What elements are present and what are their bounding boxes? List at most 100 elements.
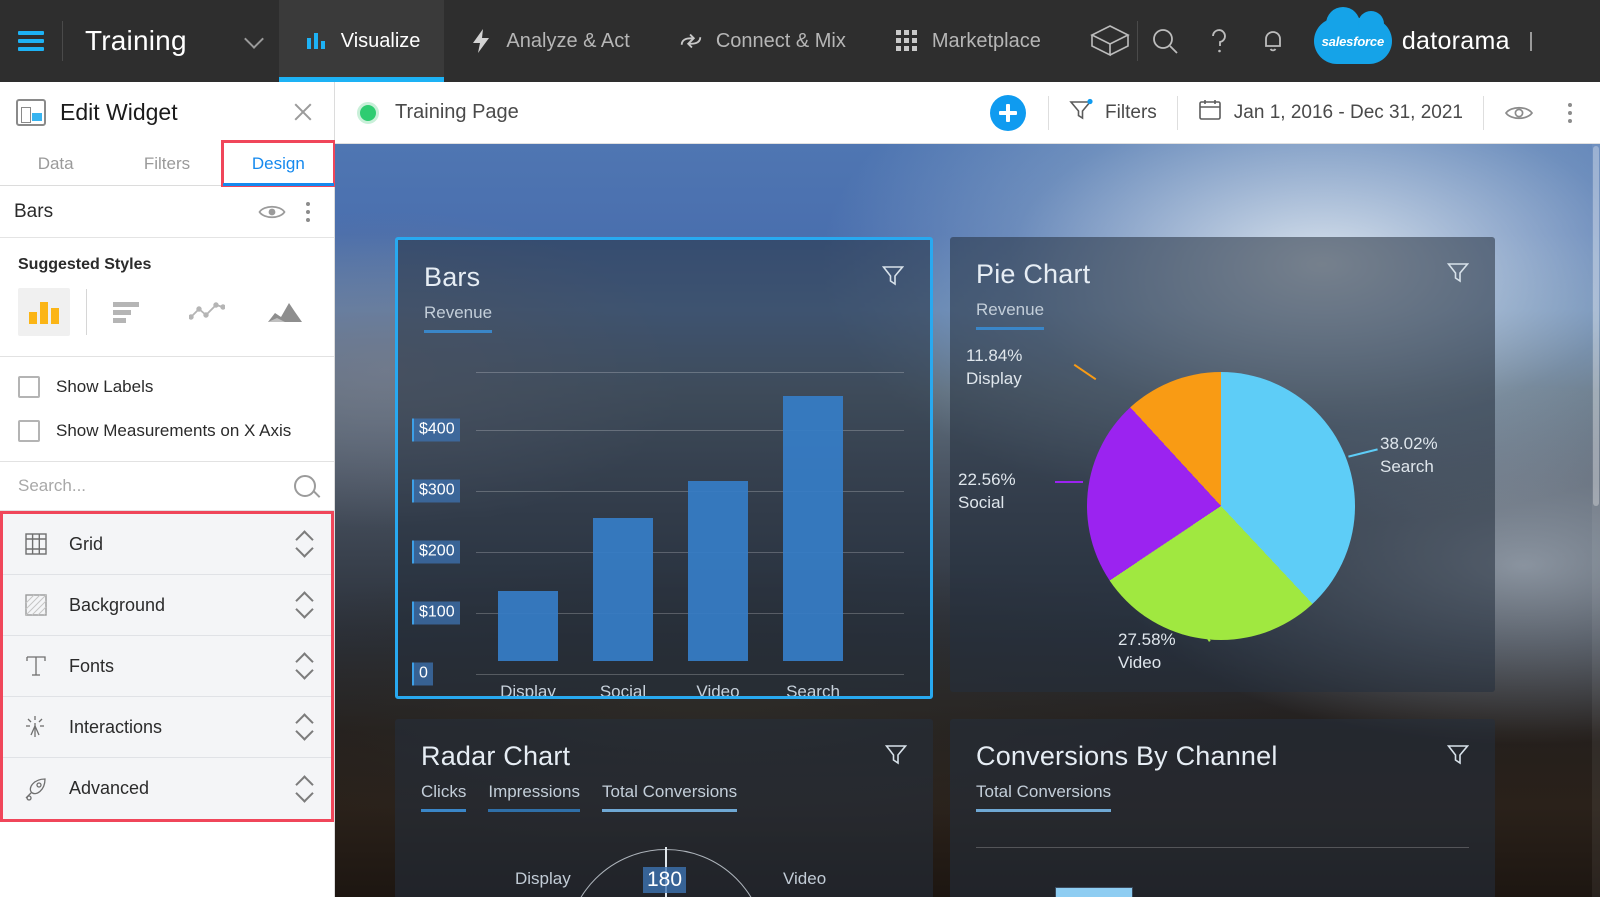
accordion-background[interactable]: Background	[3, 575, 331, 636]
chevron-expand-icon[interactable]	[295, 714, 313, 740]
accordion-fonts[interactable]: Fonts	[3, 636, 331, 697]
radar-chart-plot: 180 Display Video	[395, 847, 933, 897]
edit-widget-panel: Edit Widget Data Filters Design Bars Sug…	[0, 82, 336, 897]
nav-item-visualize[interactable]: Visualize	[278, 0, 445, 82]
workspace-title: Training	[85, 25, 187, 56]
nav-item-marketplace[interactable]: Marketplace	[870, 0, 1065, 82]
pie-leader-line	[1055, 481, 1083, 483]
widget-bars[interactable]: Bars Revenue $400 $300 $200 $100 0 Displ…	[395, 237, 933, 699]
search-icon[interactable]	[294, 475, 316, 497]
show-measurements-checkbox-row[interactable]: Show Measurements on X Axis	[0, 409, 334, 453]
chevron-down-icon[interactable]	[1529, 32, 1532, 51]
widget-metrics: Revenue	[424, 303, 904, 333]
account-area[interactable]: salesforce datorama	[1304, 0, 1550, 82]
bar-social[interactable]	[593, 518, 653, 661]
chevron-expand-icon[interactable]	[295, 531, 313, 557]
tab-filters[interactable]: Filters	[111, 142, 222, 185]
cube-icon[interactable]	[1083, 0, 1137, 82]
dashboard-scrollbar[interactable]	[1592, 144, 1600, 897]
selected-widget-name: Bars	[14, 200, 54, 222]
style-column-chart[interactable]	[18, 288, 70, 336]
bell-icon[interactable]	[1246, 0, 1300, 82]
eye-icon[interactable]	[258, 202, 286, 222]
bar-video[interactable]	[688, 481, 748, 661]
selected-widget-row[interactable]: Bars	[0, 186, 334, 238]
widget-radar-chart[interactable]: Radar Chart Clicks Impressions Total Con…	[395, 719, 933, 897]
gridline	[976, 847, 1469, 848]
pie-label-video: 27.58% Video	[1118, 629, 1176, 675]
connect-icon	[678, 28, 704, 54]
chevron-expand-icon[interactable]	[295, 776, 313, 802]
pie-label-social: 22.56% Social	[958, 469, 1016, 515]
filters-label: Filters	[1105, 101, 1157, 123]
style-horizontal-bar-chart[interactable]	[103, 288, 155, 336]
suggested-styles-section: Suggested Styles	[0, 238, 334, 356]
show-labels-checkbox[interactable]	[18, 376, 40, 398]
metric-chip-clicks[interactable]: Clicks	[421, 782, 467, 812]
dashboard-more-menu-icon[interactable]	[1558, 102, 1582, 123]
metric-chip-total-conversions[interactable]: Total Conversions	[601, 782, 738, 812]
accordion-grid[interactable]: Grid	[3, 514, 331, 575]
date-range-picker[interactable]: Jan 1, 2016 - Dec 31, 2021	[1198, 98, 1463, 128]
metric-chip-impressions[interactable]: Impressions	[488, 782, 580, 812]
pie-category: Video	[1118, 652, 1162, 672]
style-line-chart[interactable]	[181, 288, 233, 336]
nav-item-analyze-act[interactable]: Analyze & Act	[444, 0, 653, 82]
radar-axis-value[interactable]: 180	[643, 867, 687, 893]
accordion-interactions[interactable]: Interactions	[3, 697, 331, 758]
search-icon[interactable]	[1138, 0, 1192, 82]
metric-chip[interactable]: Revenue	[424, 303, 493, 333]
metric-chip[interactable]: Total Conversions	[976, 782, 1112, 812]
dashboard-toolbar: Training Page Filters Jan 1, 2016 - Dec …	[335, 82, 1600, 144]
design-search-row	[0, 461, 334, 511]
chevron-expand-icon[interactable]	[295, 653, 313, 679]
funnel-icon[interactable]	[885, 743, 907, 767]
chevron-down-icon[interactable]	[243, 28, 264, 51]
widget-metrics: Clicks Impressions Total Conversions	[421, 782, 907, 812]
filters-button[interactable]: Filters	[1069, 98, 1157, 128]
search-input[interactable]	[18, 476, 294, 496]
toolbar-divider	[1048, 95, 1050, 130]
kebab-menu-icon[interactable]	[296, 201, 320, 222]
preview-eye-icon[interactable]	[1504, 103, 1534, 123]
help-icon[interactable]	[1192, 0, 1246, 82]
chevron-expand-icon[interactable]	[295, 592, 313, 618]
rocket-icon	[21, 777, 51, 801]
widget-conversions-by-channel[interactable]: Conversions By Channel Total Conversions	[950, 719, 1495, 897]
style-options	[18, 288, 316, 356]
tab-label: Design	[251, 153, 305, 173]
pie-percent: 11.84%	[966, 346, 1023, 365]
accordion-label: Grid	[69, 533, 104, 554]
show-measurements-checkbox[interactable]	[18, 420, 40, 442]
funnel-icon[interactable]	[1447, 743, 1469, 767]
workspace-selector[interactable]: Training	[63, 0, 279, 82]
y-axis-tick-label: $100	[412, 601, 460, 625]
nav-item-connect-mix[interactable]: Connect & Mix	[654, 0, 870, 82]
widget-pie-chart[interactable]: Pie Chart Revenue 11.84% Display 22.56% …	[950, 237, 1495, 692]
funnel-icon[interactable]	[1447, 261, 1469, 285]
gridline	[476, 674, 904, 675]
close-icon[interactable]	[288, 97, 318, 127]
metric-chip[interactable]: Revenue	[976, 300, 1045, 330]
tab-label: Data	[37, 153, 74, 173]
pie-chart[interactable]	[1087, 372, 1355, 640]
lightning-icon	[468, 28, 494, 54]
show-labels-checkbox-row[interactable]: Show Labels	[0, 365, 334, 409]
accordion-advanced[interactable]: Advanced	[3, 758, 331, 819]
funnel-icon	[1069, 98, 1093, 128]
tab-data[interactable]: Data	[0, 142, 111, 185]
conversions-bar-plot	[950, 837, 1495, 897]
pie-category: Search	[1380, 456, 1434, 476]
hamburger-menu-icon[interactable]	[0, 0, 62, 82]
bar-display[interactable]	[498, 591, 558, 661]
tab-design[interactable]: Design	[220, 140, 336, 187]
accordion-label: Background	[69, 594, 166, 615]
funnel-icon[interactable]	[882, 264, 904, 288]
style-area-chart[interactable]	[259, 288, 311, 336]
bar-search[interactable]	[783, 396, 843, 661]
pie-category: Social	[958, 492, 1005, 512]
dashboard-area: Training Page Filters Jan 1, 2016 - Dec …	[335, 82, 1600, 897]
pie-percent: 27.58%	[1118, 630, 1176, 649]
bar-display[interactable]	[1055, 887, 1133, 897]
add-widget-button[interactable]	[990, 94, 1027, 131]
